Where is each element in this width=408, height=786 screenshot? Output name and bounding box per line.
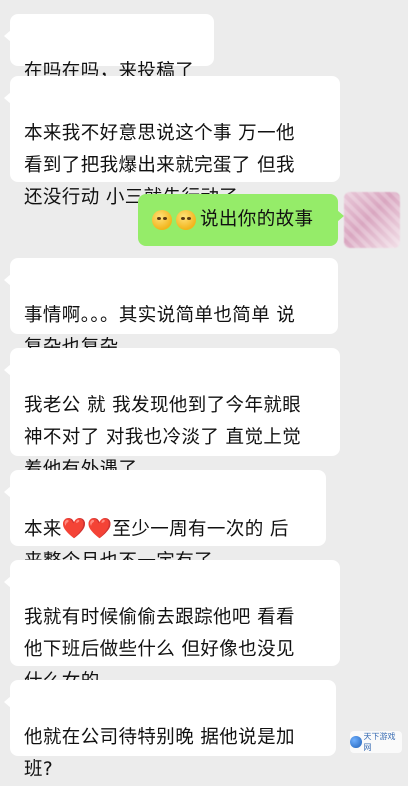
message-text: 我老公 就 我发现他到了今年就眼 神不对了 对我也冷淡了 直觉上觉 着他有外遇了 (24, 395, 302, 480)
site-logo-icon (350, 736, 362, 748)
message-bubble: 在吗在吗，来投稿了 (4, 14, 214, 82)
message-bubble: 我老公 就 我发现他到了今年就眼 神不对了 对我也冷淡了 直觉上觉 着他有外遇了 (4, 348, 340, 480)
message-bubble: 我就有时候偷偷去跟踪他吧 看看 他下班后做些什么 但好像也没见 什么女的 (4, 560, 340, 692)
watermark: 天下游戏网 (350, 731, 402, 753)
message-bubble: 他就在公司待特别晚 据他说是加 班? (4, 680, 336, 780)
avatar[interactable] (344, 192, 400, 248)
message-bubble: 本来我不好意思说这个事 万一他 看到了把我爆出来就完蛋了 但我 还没行动 小三就… (4, 76, 340, 208)
dizzy-face-emoji-icon (152, 210, 172, 230)
message-bubble: 本来❤️❤️至少一周有一次的 后 来整个月也不一定有了 (4, 470, 326, 572)
message-text: 说出你的故事 (200, 209, 314, 230)
heart-emoji-icon: ❤️❤️ (61, 516, 113, 540)
dizzy-face-emoji-icon (176, 210, 196, 230)
message-text-start: 本来 (24, 519, 62, 540)
watermark-text: 天下游戏网 (363, 732, 396, 752)
sent-message-bubble: 说出你的故事 (138, 194, 344, 246)
message-text: 他就在公司待特别晚 据他说是加 班? (24, 727, 295, 780)
message-bubble: 事情啊。。。其实说简单也简单 说 复杂也复杂。。。 (4, 258, 338, 358)
